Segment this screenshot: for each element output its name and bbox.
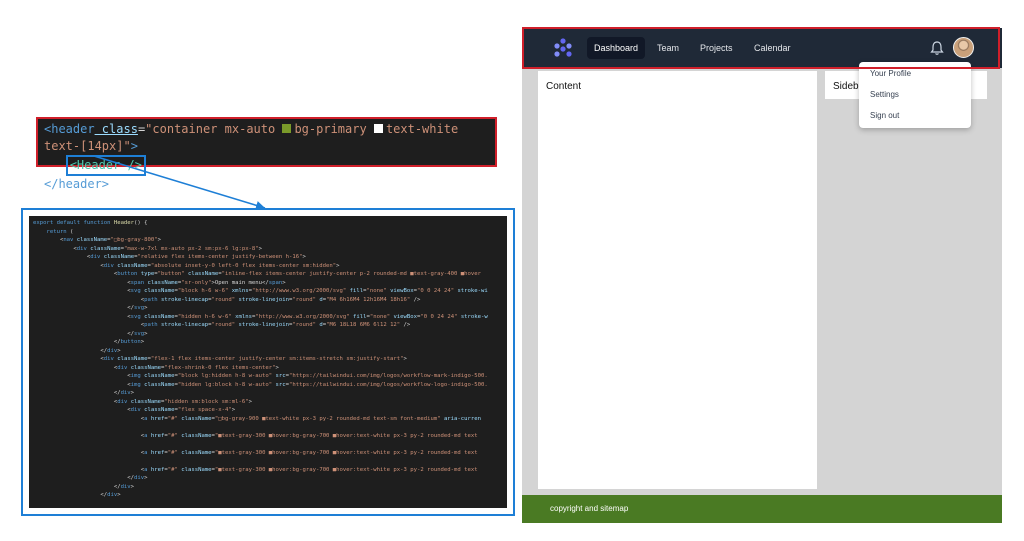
code-line: <path stroke-linecap="round" stroke-line…	[33, 296, 421, 303]
profile-dropdown: Your Profile Settings Sign out	[859, 62, 971, 128]
code-line: <nav className="□bg-gray-800">	[33, 237, 162, 243]
code-line: <div className="flex space-x-4">	[33, 407, 236, 413]
code-line: <a href="#" className="■text-gray-300 ■h…	[33, 449, 478, 456]
code-line: export default function Header() {	[33, 220, 148, 226]
menu-item-settings[interactable]: Settings	[870, 90, 899, 99]
snippet-line-1: <header class="container mx-auto bg-prim…	[44, 121, 489, 155]
app-preview: Dashboard Team Projects Calendar Content…	[522, 28, 1002, 523]
snippet-line-2: <Header />	[44, 155, 489, 176]
code-line: <img className="hidden lg:block h-8 w-au…	[33, 381, 488, 388]
content-pane: Content	[538, 71, 817, 489]
code-line: <svg className="hidden h-6 w-6" xmlns="h…	[33, 313, 488, 320]
code-line: </svg>	[33, 305, 148, 311]
code-line: </div>	[33, 492, 121, 498]
snippet-attr: class	[94, 122, 138, 136]
nav-calendar[interactable]: Calendar	[747, 37, 798, 59]
code-editor: export default function Header() { retur…	[29, 216, 507, 508]
snippet-str-a: "container mx-auto	[145, 122, 283, 136]
workflow-logo-icon[interactable]	[552, 37, 574, 59]
code-line: <svg className="block h-6 w-6" xmlns="ht…	[33, 288, 488, 294]
code-line: </svg>	[33, 330, 148, 337]
snippet-tag-open: <header	[44, 122, 95, 136]
snippet-close: >	[130, 139, 138, 153]
code-line: <span className="sr-only">Open main menu…	[33, 279, 286, 286]
header-component-code: export default function Header() { retur…	[21, 208, 515, 516]
code-line: <a href="#" className="■text-gray-300 ■h…	[33, 466, 478, 473]
header-jsx-snippet: <header class="container mx-auto bg-prim…	[36, 117, 497, 191]
bell-icon[interactable]	[930, 40, 944, 56]
header-component-highlight: <Header />	[65, 155, 146, 176]
menu-item-your-profile[interactable]: Your Profile	[870, 69, 911, 78]
code-line: return (	[33, 228, 74, 235]
code-line: <div className="flex-1 flex items-center…	[33, 356, 407, 362]
primary-color-swatch	[282, 124, 292, 133]
code-line: <button type="button" className="inline-…	[33, 271, 481, 277]
snippet-line-3: </header>	[44, 177, 110, 191]
nav-team[interactable]: Team	[650, 37, 686, 59]
nav-dashboard[interactable]: Dashboard	[587, 37, 646, 59]
code-line: <path stroke-linecap="round" stroke-line…	[33, 322, 411, 328]
footer-bar: copyright and sitemap	[522, 495, 1002, 523]
code-line: <div className="max-w-7xl mx-auto px-2 s…	[33, 245, 263, 252]
code-line: <div className="absolute inset-y-0 left-…	[33, 262, 340, 269]
code-line: <div className="flex-shrink-0 flex items…	[33, 364, 279, 371]
content-title: Content	[546, 81, 582, 92]
code-line: <img className="block lg:hidden h-8 w-au…	[33, 373, 488, 379]
code-line: </div>	[33, 390, 135, 396]
code-line: </button>	[33, 339, 145, 345]
code-line: <a href="#" className="□bg-gray-900 ■tex…	[33, 415, 481, 422]
footer-text[interactable]: copyright and sitemap	[550, 504, 628, 513]
user-avatar[interactable]	[953, 37, 974, 58]
code-line: </div>	[33, 347, 121, 354]
code-line: <div className="relative flex items-cent…	[33, 254, 306, 260]
code-line: </div>	[33, 483, 135, 490]
white-color-swatch	[373, 124, 383, 133]
code-line: <a href="#" className="■text-gray-300 ■h…	[33, 432, 478, 439]
snippet-str-b: bg-primary	[294, 122, 374, 136]
code-line: <div className="hidden sm:block sm:ml-6"…	[33, 398, 252, 405]
nav-projects[interactable]: Projects	[693, 37, 740, 59]
menu-item-sign-out[interactable]: Sign out	[870, 111, 899, 120]
code-line: </div>	[33, 475, 148, 481]
